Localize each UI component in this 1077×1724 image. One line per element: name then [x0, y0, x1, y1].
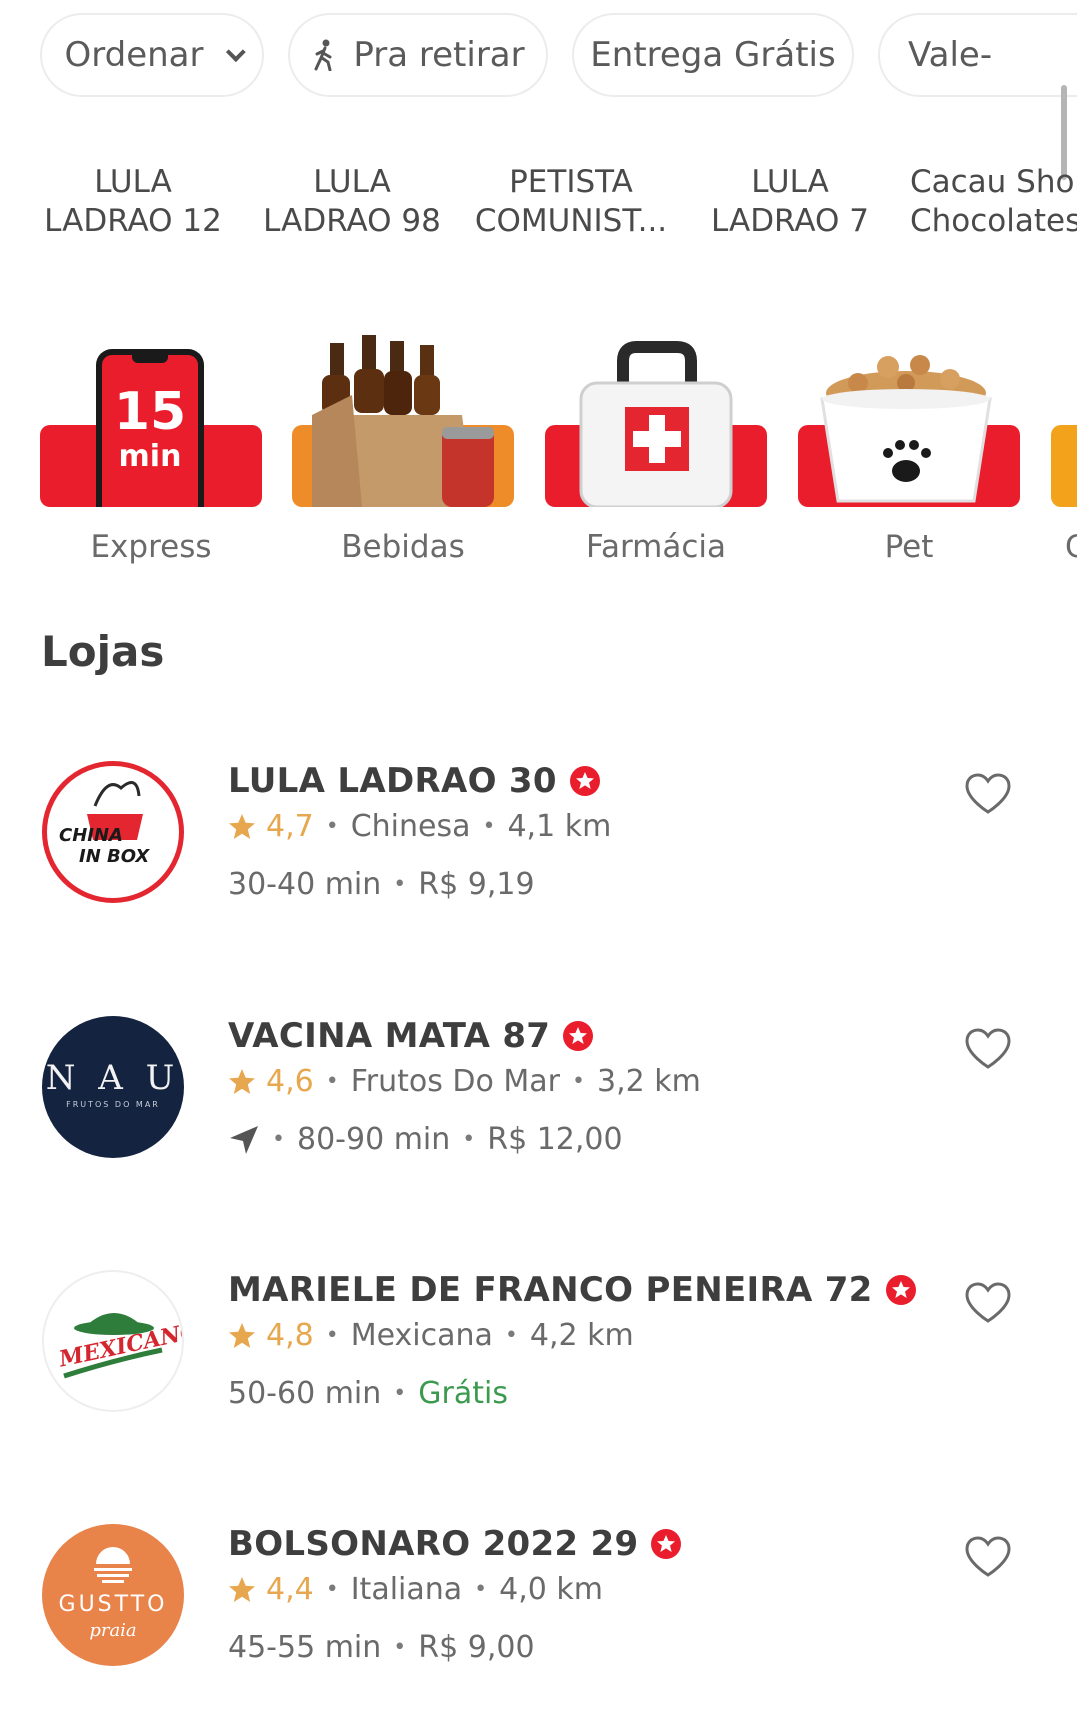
beer-pack-icon	[312, 335, 494, 507]
delivery-fee: R$ 9,19	[418, 867, 535, 902]
category-express[interactable]: 15 min Express	[40, 335, 262, 565]
recent-store-item[interactable]: Cacau Sho Chocolates	[910, 163, 1077, 241]
star-icon	[229, 1068, 255, 1094]
super-restaurant-badge-icon	[885, 1274, 917, 1306]
store-logo: MEXICANO	[42, 1270, 184, 1412]
store-logo: N A U FRUTOS DO MAR	[42, 1016, 184, 1158]
store-meta: 4,6 • Frutos Do Mar • 3,2 km	[228, 1064, 701, 1099]
store-name: VACINA MATA 87	[228, 1016, 594, 1056]
store-delivery: 50-60 min • Grátis	[228, 1376, 508, 1411]
store-delivery: 45-55 min • R$ 9,00	[228, 1630, 535, 1665]
category-label: Express	[90, 529, 212, 565]
recent-store-item[interactable]: PETISTA COMUNIST...	[466, 163, 676, 241]
walking-icon	[311, 39, 337, 71]
chevron-down-icon	[225, 42, 246, 63]
delivery-time: 50-60 min	[228, 1376, 382, 1411]
distance: 4,1 km	[507, 809, 612, 844]
sort-label: Ordenar	[64, 35, 204, 75]
delivery-fee: R$ 9,00	[418, 1630, 535, 1665]
sort-chip[interactable]: Ordenar	[40, 13, 264, 97]
category-drinks[interactable]: Bebidas	[292, 335, 514, 565]
store-delivery: • 80-90 min • R$ 12,00	[228, 1122, 623, 1157]
delivery-time: 30-40 min	[228, 867, 382, 902]
store-logo: GUSTTO praia	[42, 1524, 184, 1666]
store-name: LULA LADRAO 30	[228, 761, 601, 801]
free-delivery-label: Entrega Grátis	[590, 35, 836, 75]
store-meta: 4,4 • Italiana • 4,0 km	[228, 1572, 603, 1607]
store-logo: CHINA IN BOX	[42, 761, 184, 903]
store-card[interactable]: CHINA IN BOX LULA LADRAO 30 4,7 • Chines…	[0, 761, 1077, 931]
distance: 3,2 km	[596, 1064, 701, 1099]
recent-stores: LULA LADRAO 12 LULA LADRAO 98 PETISTA CO…	[0, 163, 1077, 253]
rating-value: 4,4	[266, 1572, 314, 1607]
super-restaurant-badge-icon	[650, 1528, 682, 1560]
pet-bowl-icon	[820, 355, 992, 503]
recent-store-item[interactable]: LULA LADRAO 12	[28, 163, 238, 241]
star-icon	[229, 1322, 255, 1348]
store-delivery: 30-40 min • R$ 9,19	[228, 867, 535, 902]
store-card[interactable]: MEXICANO MARIELE DE FRANCO PENEIRA 72 4,…	[0, 1270, 1077, 1440]
distance: 4,0 km	[499, 1572, 603, 1607]
store-meta: 4,8 • Mexicana • 4,2 km	[228, 1318, 634, 1353]
navigation-arrow-icon	[230, 1125, 258, 1154]
delivery-time: 80-90 min	[296, 1122, 451, 1157]
store-name: BOLSONARO 2022 29	[228, 1524, 682, 1564]
rating-value: 4,6	[266, 1064, 314, 1099]
pickup-chip[interactable]: Pra retirar	[288, 13, 548, 97]
express-image: 15 min	[40, 335, 262, 507]
category-label: Farmácia	[585, 529, 727, 565]
pickup-label: Pra retirar	[353, 35, 525, 75]
drinks-image	[292, 335, 514, 507]
rating-value: 4,7	[266, 809, 314, 844]
cuisine: Frutos Do Mar	[350, 1064, 560, 1099]
star-icon	[229, 1576, 255, 1602]
store-card[interactable]: GUSTTO praia BOLSONARO 2022 29 4,4 • Ita…	[0, 1524, 1077, 1694]
rating-value: 4,8	[266, 1318, 314, 1353]
category-label: Pet	[884, 529, 934, 565]
favorite-heart-icon[interactable]	[964, 1536, 1012, 1582]
category-row: 15 min Express Bebidas Farmácia Pet C	[0, 335, 1077, 580]
cuisine: Italiana	[350, 1572, 463, 1607]
super-restaurant-badge-icon	[562, 1020, 594, 1052]
category-label: C	[1065, 529, 1077, 565]
favorite-heart-icon[interactable]	[964, 773, 1012, 819]
store-card[interactable]: N A U FRUTOS DO MAR VACINA MATA 87 4,6 •…	[0, 1016, 1077, 1186]
filter-bar: Ordenar Pra retirar Entrega Grátis Vale-	[40, 13, 1077, 99]
voucher-label: Vale-	[908, 35, 993, 75]
favorite-heart-icon[interactable]	[964, 1028, 1012, 1074]
pet-image	[798, 335, 1020, 507]
star-icon	[229, 813, 255, 839]
category-label: Bebidas	[341, 529, 465, 565]
store-meta: 4,7 • Chinesa • 4,1 km	[228, 809, 611, 844]
first-aid-kit-icon	[579, 341, 733, 507]
distance: 4,2 km	[529, 1318, 634, 1353]
cuisine: Mexicana	[350, 1318, 493, 1353]
category-pet[interactable]: Pet	[798, 335, 1020, 565]
super-restaurant-badge-icon	[569, 765, 601, 797]
store-name: MARIELE DE FRANCO PENEIRA 72	[228, 1270, 917, 1310]
favorite-heart-icon[interactable]	[964, 1282, 1012, 1328]
pharmacy-image	[545, 335, 767, 507]
phone-icon: 15 min	[96, 349, 204, 507]
recent-store-item[interactable]: LULA LADRAO 98	[247, 163, 457, 241]
delivery-time: 45-55 min	[228, 1630, 382, 1665]
delivery-fee: Grátis	[418, 1376, 508, 1411]
category-partial-image	[1051, 335, 1077, 507]
section-title: Lojas	[41, 627, 165, 676]
voucher-chip[interactable]: Vale-	[878, 13, 1077, 97]
category-partial[interactable]: C	[1051, 335, 1077, 565]
free-delivery-chip[interactable]: Entrega Grátis	[572, 13, 854, 97]
delivery-fee: R$ 12,00	[487, 1122, 623, 1157]
category-pharmacy[interactable]: Farmácia	[545, 335, 767, 565]
cuisine: Chinesa	[350, 809, 471, 844]
recent-store-item[interactable]: LULA LADRAO 7	[685, 163, 895, 241]
